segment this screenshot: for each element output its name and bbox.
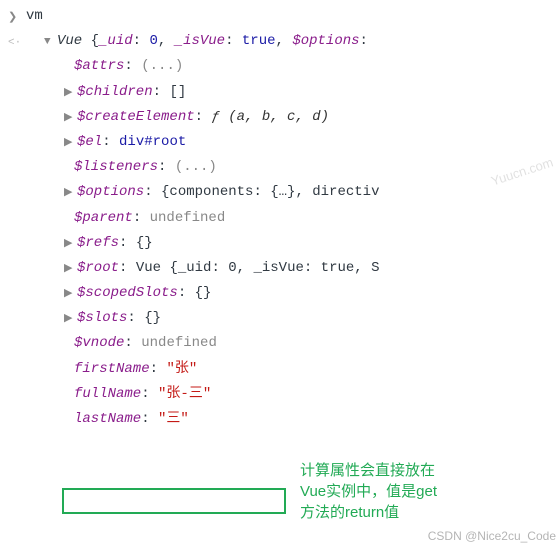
- watermark-csdn: CSDN @Nice2cu_Code: [428, 526, 556, 548]
- prop-listeners[interactable]: $listeners: (...): [64, 155, 560, 180]
- prop-children[interactable]: ▶$children: []: [64, 80, 560, 105]
- highlight-box: [62, 488, 286, 514]
- expand-icon[interactable]: ▶: [64, 109, 74, 129]
- prop-refs[interactable]: ▶$refs: {}: [64, 231, 560, 256]
- prop-slots[interactable]: ▶$slots: {}: [64, 306, 560, 331]
- prompt-icon: ❯: [8, 4, 20, 29]
- expand-icon[interactable]: ▶: [64, 134, 74, 154]
- console-output-row: <· ▼Vue {_uid: 0, _isVue: true, $options…: [8, 29, 552, 432]
- prop-scopedSlots[interactable]: ▶$scopedSlots: {}: [64, 281, 560, 306]
- ctor-name: Vue: [57, 33, 91, 49]
- expand-icon[interactable]: ▶: [64, 285, 74, 305]
- prop-parent[interactable]: $parent: undefined: [64, 206, 560, 231]
- return-icon: <·: [8, 29, 20, 54]
- prop-root[interactable]: ▶$root: Vue {_uid: 0, _isVue: true, S: [64, 256, 560, 281]
- prop-fullName[interactable]: fullName: "张-三": [64, 382, 560, 407]
- prop-vnode[interactable]: $vnode: undefined: [64, 331, 560, 356]
- expand-icon[interactable]: ▶: [64, 260, 74, 280]
- input-expression[interactable]: vm: [26, 4, 43, 29]
- expand-icon[interactable]: ▶: [64, 235, 74, 255]
- prop-createElement[interactable]: ▶$createElement: ƒ (a, b, c, d): [64, 105, 560, 130]
- console-input-row: ❯ vm: [8, 4, 552, 29]
- annotation-text: 计算属性会直接放在 Vue实例中，值是get 方法的return值: [300, 460, 437, 523]
- prop-options[interactable]: ▶$options: {components: {…}, directiv: [64, 180, 560, 205]
- prop-firstName[interactable]: firstName: "张": [64, 357, 560, 382]
- object-summary[interactable]: ▼Vue {_uid: 0, _isVue: true, $options:: [44, 29, 560, 54]
- expand-icon[interactable]: ▼: [44, 33, 54, 53]
- expand-icon[interactable]: ▶: [64, 84, 74, 104]
- prop-el[interactable]: ▶$el: div#root: [64, 130, 560, 155]
- prop-attrs[interactable]: $attrs: (...): [64, 54, 560, 79]
- expand-icon[interactable]: ▶: [64, 310, 74, 330]
- expand-icon[interactable]: ▶: [64, 184, 74, 204]
- prop-lastName[interactable]: lastName: "三": [64, 407, 560, 432]
